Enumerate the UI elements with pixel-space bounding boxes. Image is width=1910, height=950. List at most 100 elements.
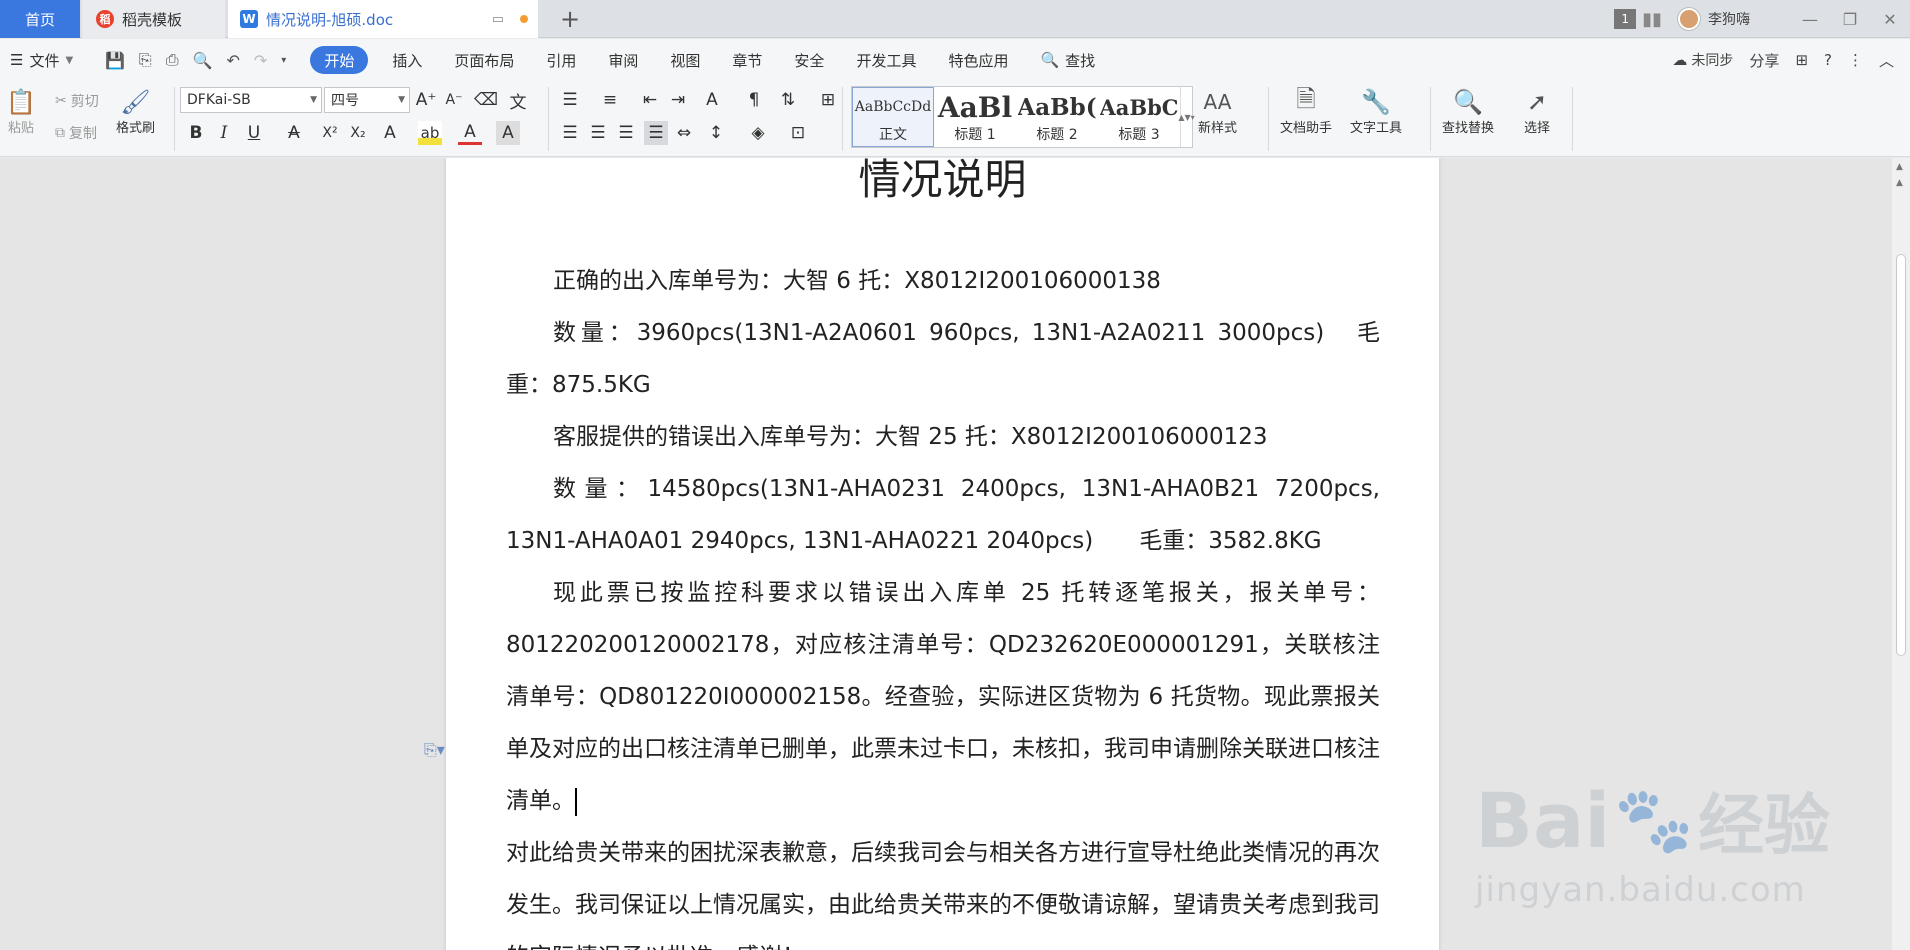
style-preview: AaBbC <box>1100 94 1178 120</box>
doc-assistant-button[interactable]: 🗎 文档助手 <box>1280 85 1332 137</box>
share-button[interactable]: 分享 <box>1749 50 1779 71</box>
document-body[interactable]: 正确的出入库单号为：大智 6 托：X8012I200106000138 数量：3… <box>506 255 1380 950</box>
font-color-icon[interactable]: A <box>458 121 482 145</box>
style-gallery-scroll[interactable]: ▲▼▾ <box>1178 87 1195 147</box>
window-list-icon[interactable]: ▮▮ <box>1642 9 1662 30</box>
shrink-font-icon[interactable]: A⁻ <box>442 88 466 112</box>
print-icon[interactable]: ⎙ <box>166 50 179 70</box>
decrease-indent-icon[interactable]: ⇤ <box>638 88 662 112</box>
shading-icon[interactable]: ◈ <box>746 121 770 145</box>
copy-button[interactable]: ⧉ 复制 <box>55 123 97 143</box>
tab-view[interactable]: 视图 <box>654 46 716 74</box>
bullet-list-icon[interactable]: ☰ <box>558 88 582 112</box>
search-command[interactable]: 🔍 查找 <box>1024 46 1111 74</box>
new-style-button[interactable]: AA 新样式 <box>1198 87 1237 136</box>
cut-button[interactable]: ✂ 剪切 <box>55 91 99 111</box>
vertical-scrollbar[interactable]: ▲ ▲ <box>1892 158 1910 950</box>
paragraph[interactable]: 对此给贵关带来的困扰深表歉意，后续我司会与相关各方进行宣导杜绝此类情况的再次发生… <box>506 827 1380 950</box>
align-left-icon[interactable]: ☰ <box>558 121 582 145</box>
text-effect-icon[interactable]: A <box>378 121 402 145</box>
redo-icon[interactable]: ↷ <box>254 51 267 70</box>
help-icon[interactable]: ? <box>1824 51 1832 69</box>
style-heading-2[interactable]: AaBb( 标题 2 <box>1016 87 1098 147</box>
tab-references[interactable]: 引用 <box>530 46 592 74</box>
customize-icon[interactable]: ▾ <box>281 55 286 66</box>
chevron-up-icon[interactable]: ︿ <box>1879 50 1894 71</box>
collapse-ribbon-icon[interactable]: ⊞ <box>1795 51 1808 69</box>
paragraph-handle-icon[interactable]: ⎘▾ <box>424 740 445 760</box>
tab-page-layout[interactable]: 页面布局 <box>438 46 530 74</box>
paste-button[interactable]: 📋 粘贴 <box>6 87 36 136</box>
numbered-list-icon[interactable]: ≡ <box>598 88 622 112</box>
align-center-icon[interactable]: ☰ <box>586 121 610 145</box>
sort-icon[interactable]: ⇅ <box>776 88 800 112</box>
justify-icon[interactable]: ☰ <box>644 121 668 145</box>
new-tab-button[interactable]: + <box>555 0 585 38</box>
tab-chapter[interactable]: 章节 <box>716 46 778 74</box>
find-replace-button[interactable]: 🔍 查找替换 <box>1442 87 1494 136</box>
bold-icon[interactable]: B <box>184 121 208 145</box>
unsaved-dot-icon[interactable] <box>520 15 528 23</box>
line-spacing-icon[interactable]: ↕ <box>704 121 728 145</box>
minimize-icon[interactable]: — <box>1790 0 1830 38</box>
scroll-up-icon[interactable]: ▲ <box>1896 178 1903 188</box>
subscript-icon[interactable]: X₂ <box>346 121 370 145</box>
tab-document[interactable]: W 情况说明-旭硕.doc ▭ <box>228 0 538 38</box>
tab-home[interactable]: 首页 <box>0 0 80 38</box>
close-icon[interactable]: ✕ <box>1870 0 1910 38</box>
italic-icon[interactable]: I <box>212 121 236 145</box>
avatar[interactable] <box>1678 8 1700 30</box>
format-painter-button[interactable]: 🖌 格式刷 <box>116 87 155 136</box>
superscript-icon[interactable]: X² <box>318 121 342 145</box>
paw-icon: 🐾 <box>1614 783 1694 858</box>
tab-template[interactable]: 稻 稻壳模板 <box>82 0 225 38</box>
tab-features[interactable]: 特色应用 <box>932 46 1024 74</box>
grow-font-icon[interactable]: A⁺ <box>414 88 438 112</box>
increase-indent-icon[interactable]: ⇥ <box>666 88 690 112</box>
paragraph[interactable]: 现此票已按监控科要求以错误出入库单 25 托转逐笔报关，报关单号：8012202… <box>506 567 1380 827</box>
clear-format-icon[interactable]: ⌫ <box>474 88 498 112</box>
user-name[interactable]: 李狗嗨 <box>1708 9 1750 29</box>
underline-icon[interactable]: U <box>242 121 266 145</box>
restore-icon[interactable]: ❐ <box>1830 0 1870 38</box>
save-icon[interactable]: 💾 <box>105 51 125 70</box>
phonetic-icon[interactable]: 文 <box>506 88 530 113</box>
paragraph[interactable]: 数量：14580pcs(13N1-AHA0231 2400pcs, 13N1-A… <box>506 463 1380 567</box>
tab-review[interactable]: 审阅 <box>592 46 654 74</box>
undo-icon[interactable]: ↶ <box>226 51 239 70</box>
style-heading-3[interactable]: AaBbC 标题 3 <box>1098 87 1180 147</box>
scroll-up-icon[interactable]: ▲ <box>1896 162 1903 172</box>
show-marks-icon[interactable]: ¶ <box>742 88 766 112</box>
paragraph[interactable]: 客服提供的错误出入库单号为：大智 25 托：X8012I200106000123 <box>506 411 1380 463</box>
text-tools-button[interactable]: 🔧 文字工具 <box>1350 87 1402 136</box>
distribute-icon[interactable]: ⇔ <box>672 121 696 145</box>
document-page[interactable]: 情况说明 正确的出入库单号为：大智 6 托：X8012I200106000138… <box>446 158 1439 950</box>
tab-security[interactable]: 安全 <box>778 46 840 74</box>
highlight-icon[interactable]: ab <box>418 121 442 145</box>
select-button[interactable]: ➚ 选择 <box>1522 87 1552 136</box>
border-icon[interactable]: ⊡ <box>786 121 810 145</box>
style-heading-1[interactable]: AaBl 标题 1 <box>934 87 1016 147</box>
font-name-select[interactable]: DFKai-SB ▼ <box>180 87 322 113</box>
sync-status[interactable]: ☁ 未同步 <box>1672 50 1733 70</box>
align-right-icon[interactable]: ☰ <box>614 121 638 145</box>
font-size-select[interactable]: 四号 ▼ <box>324 87 410 113</box>
document-title[interactable]: 情况说明 <box>446 158 1439 210</box>
style-normal[interactable]: AaBbCcDd 正文 <box>852 87 934 147</box>
more-icon[interactable]: ⋮ <box>1848 51 1863 69</box>
file-menu[interactable]: ☰ 文件 ▼ <box>0 50 95 71</box>
screen-icon[interactable]: ▭ <box>492 12 504 27</box>
table-icon[interactable]: ⊞ <box>816 88 840 112</box>
window-count-badge[interactable]: 1 <box>1614 9 1637 29</box>
tab-start[interactable]: 开始 <box>310 46 369 74</box>
paragraph[interactable]: 正确的出入库单号为：大智 6 托：X8012I200106000138 <box>506 255 1380 307</box>
chinese-layout-icon[interactable]: A <box>700 88 724 112</box>
paragraph[interactable]: 数量：3960pcs(13N1-A2A0601 960pcs, 13N1-A2A… <box>506 307 1380 411</box>
print-preview-icon[interactable]: 🔍 <box>193 51 213 70</box>
scrollbar-thumb[interactable] <box>1896 254 1906 656</box>
strikethrough-icon[interactable]: A <box>282 121 306 145</box>
char-shading-icon[interactable]: A <box>496 121 520 145</box>
export-icon[interactable]: ⎘ <box>139 50 152 70</box>
tab-developer[interactable]: 开发工具 <box>840 46 932 74</box>
tab-insert[interactable]: 插入 <box>376 46 438 74</box>
